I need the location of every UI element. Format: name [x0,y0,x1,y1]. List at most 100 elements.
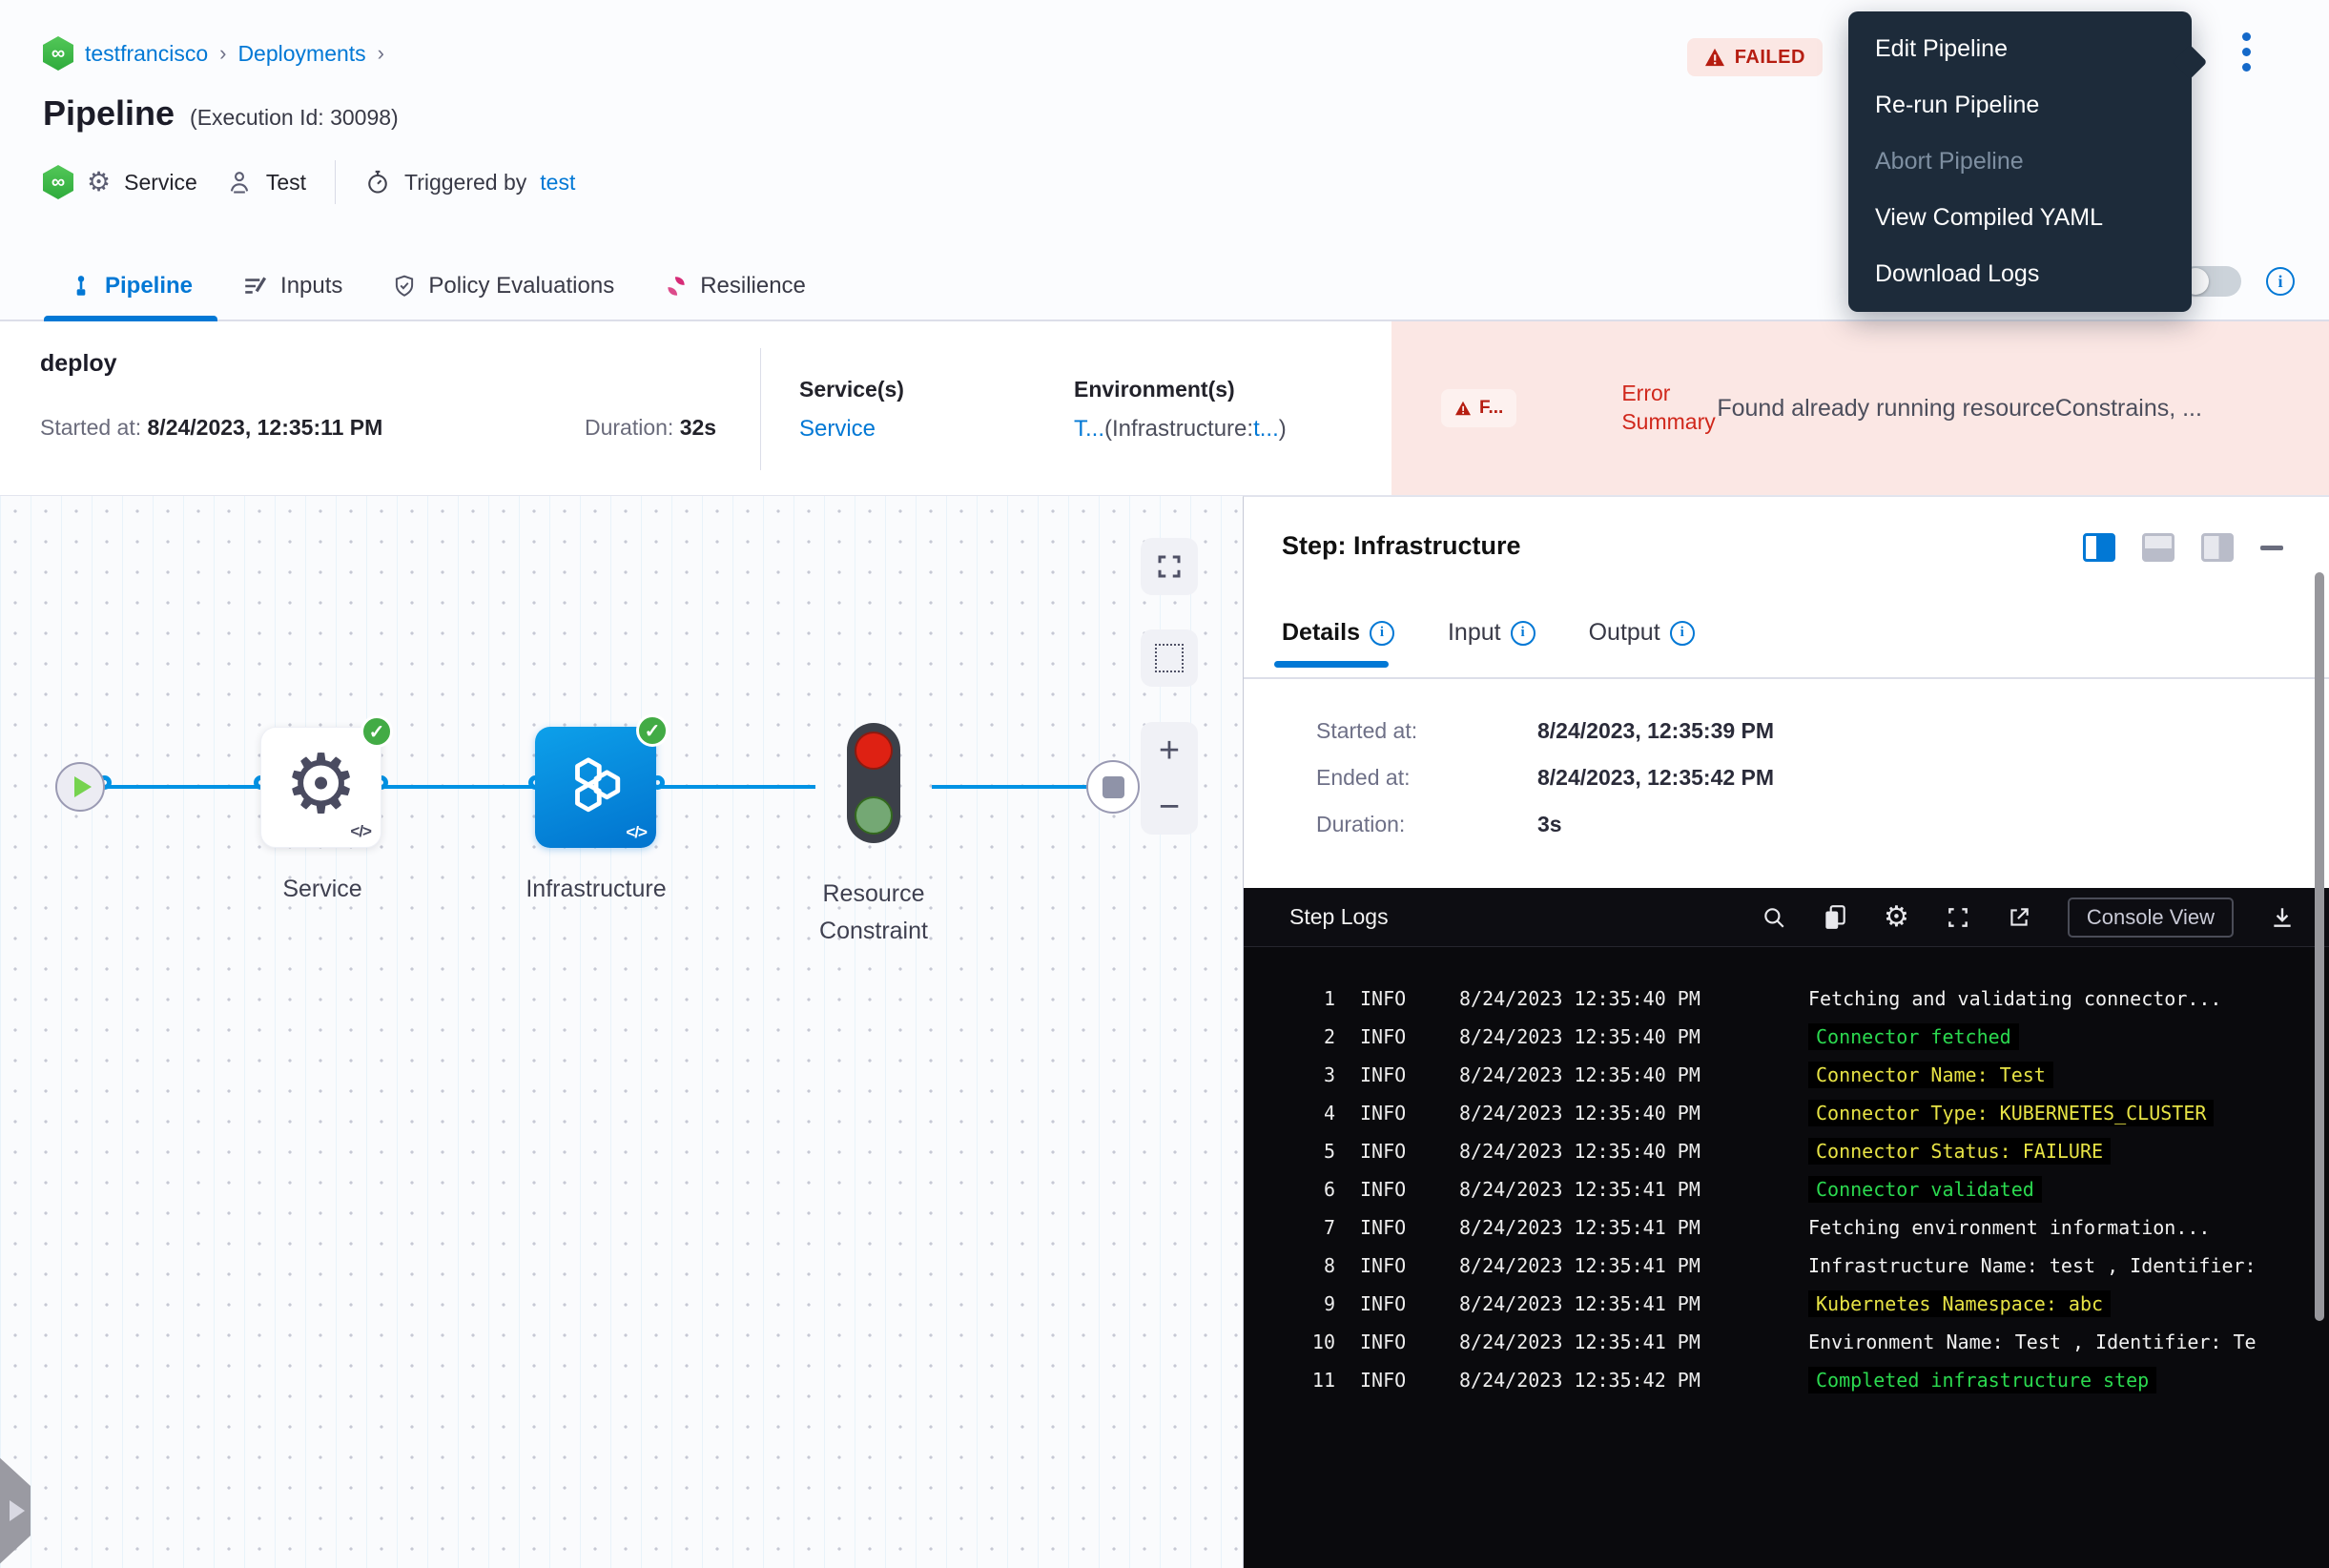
info-icon[interactable]: i [1370,621,1394,646]
expand-left-panel-handle[interactable] [0,1455,31,1567]
console-view-button[interactable]: Console View [2068,897,2234,938]
search-icon [1762,905,1786,930]
fullscreen-logs-button[interactable] [1946,905,1970,930]
end-node[interactable] [1086,760,1140,814]
service-node-label: Service [222,876,423,903]
arrow-right-icon [10,1500,25,1521]
log-settings-button[interactable]: ⚙ [1884,903,1909,932]
divider [335,160,336,204]
divider [760,348,761,470]
open-logs-external-button[interactable] [2007,905,2031,930]
log-line: 2 INFO 8/24/2023 12:35:40 PM Connector f… [1297,1018,2329,1056]
play-icon [74,776,92,797]
log-line: 5 INFO 8/24/2023 12:35:40 PM Connector S… [1297,1132,2329,1170]
tab-inputs[interactable]: Inputs [217,253,367,320]
zoom-in-button[interactable]: + [1159,732,1180,769]
zoom-out-button[interactable]: − [1159,789,1180,825]
step-logs-console: Step Logs ⚙ Console View [1244,888,2329,1568]
info-icon[interactable]: i [2266,267,2295,296]
step-logs-title: Step Logs [1289,904,1389,930]
step-details-list: Started at: 8/24/2023, 12:35:39 PM Ended… [1316,718,1774,858]
log-lines: 1 INFO 8/24/2023 12:35:40 PM Fetching an… [1244,947,2329,1399]
inputs-icon [242,274,269,299]
right-panel-layout-button[interactable] [2201,533,2234,562]
tab-input[interactable]: Inputi [1448,619,1535,668]
breadcrumb: ∞ testfrancisco › Deployments › [43,36,384,71]
breadcrumb-deployments-link[interactable]: Deployments [237,41,365,67]
gear-icon: ⚙ [87,169,111,196]
step-details-panel: Step: Infrastructure Detailsi Inputi Out… [1243,496,2329,1568]
start-node[interactable] [55,762,105,812]
resource-constraint-node[interactable] [847,723,900,843]
error-summary-label: Error Summary [1621,380,1717,437]
minimize-panel-button[interactable] [2260,546,2283,550]
menu-item[interactable]: Re-run Pipeline [1848,77,2192,134]
triggered-by-user-link[interactable]: test [540,170,575,196]
info-icon[interactable]: i [1670,621,1695,646]
harness-logo-icon: ∞ [43,165,73,199]
fullscreen-canvas-button[interactable] [1141,538,1198,595]
tab-resilience[interactable]: Resilience [639,253,831,320]
log-line: 7 INFO 8/24/2023 12:35:41 PM Fetching en… [1297,1208,2329,1247]
copy-logs-button[interactable] [1823,904,1847,931]
service-step-node[interactable]: ⚙ ✓ </> [260,727,381,848]
tab-policy-evaluations[interactable]: Policy Evaluations [367,253,639,320]
bottom-panel-layout-button[interactable] [2142,533,2174,562]
split-view-layout-button[interactable] [2083,533,2115,562]
menu-item[interactable]: Download Logs [1848,246,2192,302]
infrastructure-step-node[interactable]: ✓ </> [535,727,656,848]
menu-item[interactable]: View Compiled YAML [1848,190,2192,246]
status-badge: FAILED [1687,38,1823,76]
edge [381,785,535,789]
log-line: 10 INFO 8/24/2023 12:35:41 PM Environmen… [1297,1323,2329,1361]
shield-check-icon [392,274,417,299]
menu-item[interactable]: Edit Pipeline [1848,21,2192,77]
panel-scrollbar[interactable] [2315,572,2324,1321]
pipeline-options-menu: Edit Pipeline Re-run Pipeline Abort Pipe… [1848,11,2192,312]
fullscreen-icon [1946,905,1970,930]
breadcrumb-project-link[interactable]: testfrancisco [85,41,208,67]
service-meta-label: Service [124,170,197,196]
stage-name: deploy [40,350,117,378]
search-logs-button[interactable] [1762,905,1786,930]
fullscreen-icon [1155,552,1184,581]
infrastructure-link[interactable]: t... [1253,416,1279,442]
error-summary-zone: F... Error Summary Found already running… [1391,321,2329,495]
selection-tool-button[interactable] [1141,629,1198,687]
download-logs-button[interactable] [2270,905,2295,930]
service-link[interactable]: Service [799,416,876,442]
copy-icon [1823,904,1847,931]
error-status-badge: F... [1441,389,1516,427]
more-options-kebab-menu[interactable] [2227,29,2265,74]
resilience-icon [664,274,689,299]
tab-output[interactable]: Outputi [1589,619,1695,668]
page-title: Pipeline [43,93,175,134]
info-icon[interactable]: i [1511,621,1535,646]
stage-started: Started at: 8/24/2023, 12:35:11 PM [40,415,382,441]
warning-triangle-icon [1454,401,1472,416]
infrastructure-node-label: Infrastructure [482,876,711,903]
test-meta-label: Test [266,170,306,196]
log-line: 6 INFO 8/24/2023 12:35:41 PM Connector v… [1297,1170,2329,1208]
red-light-icon [855,732,893,770]
edge [932,785,1095,789]
chevron-right-icon: › [219,41,226,66]
step-panel-title: Step: Infrastructure [1282,531,1521,561]
stage-summary-bar: deploy Started at: 8/24/2023, 12:35:11 P… [0,321,2329,496]
execution-id: (Execution Id: 30098) [190,105,399,131]
log-line: 1 INFO 8/24/2023 12:35:40 PM Fetching an… [1297,980,2329,1018]
divider [1244,677,2329,679]
detail-row: Started at: 8/24/2023, 12:35:39 PM [1316,718,1774,744]
zoom-controls: + − [1141,722,1198,835]
pipeline-graph-canvas[interactable]: ⚙ ✓ </> Service ✓ </> Infrastructure Res… [0,496,1243,1568]
log-line: 8 INFO 8/24/2023 12:35:41 PM Infrastruct… [1297,1247,2329,1285]
tab-pipeline[interactable]: Pipeline [44,253,217,320]
chevron-right-icon: › [378,41,384,66]
detail-row: Ended at: 8/24/2023, 12:35:42 PM [1316,765,1774,791]
environment-link[interactable]: T... [1074,416,1104,442]
tab-details[interactable]: Detailsi [1282,619,1394,668]
menu-item[interactable]: Abort Pipeline [1848,134,2192,190]
gear-icon: ⚙ [284,743,358,825]
resource-constraint-node-label: Resource Constraint [773,876,975,950]
detail-row: Duration: 3s [1316,812,1774,837]
